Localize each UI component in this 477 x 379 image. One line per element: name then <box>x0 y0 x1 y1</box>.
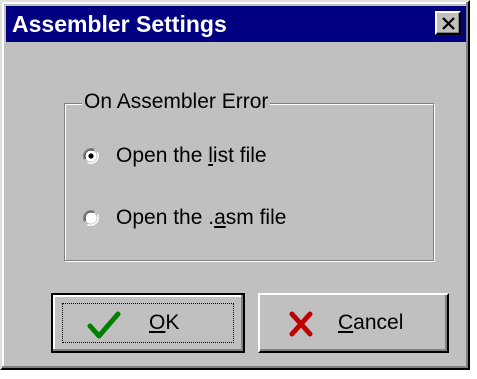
cancel-button[interactable]: Cancel <box>258 293 449 353</box>
on-assembler-error-group <box>64 103 434 261</box>
ok-button[interactable]: OK <box>51 293 245 353</box>
checkmark-icon <box>87 311 121 339</box>
assembler-settings-dialog: Assembler Settings On Assembler Error Op… <box>0 0 470 370</box>
x-icon <box>289 311 313 337</box>
group-label: On Assembler Error <box>82 88 271 116</box>
title-bar[interactable]: Assembler Settings <box>6 6 466 42</box>
cancel-button-label: Cancel <box>338 311 404 334</box>
window-title: Assembler Settings <box>12 11 227 37</box>
close-icon <box>442 17 455 30</box>
radio-unselected-icon[interactable] <box>82 209 100 227</box>
radio-label-list-file: Open the list file <box>116 144 267 167</box>
radio-label-asm-file: Open the .asm file <box>116 206 287 229</box>
radio-selected-icon[interactable] <box>82 147 100 165</box>
ok-button-label: OK <box>149 311 180 334</box>
close-button[interactable] <box>435 11 461 35</box>
